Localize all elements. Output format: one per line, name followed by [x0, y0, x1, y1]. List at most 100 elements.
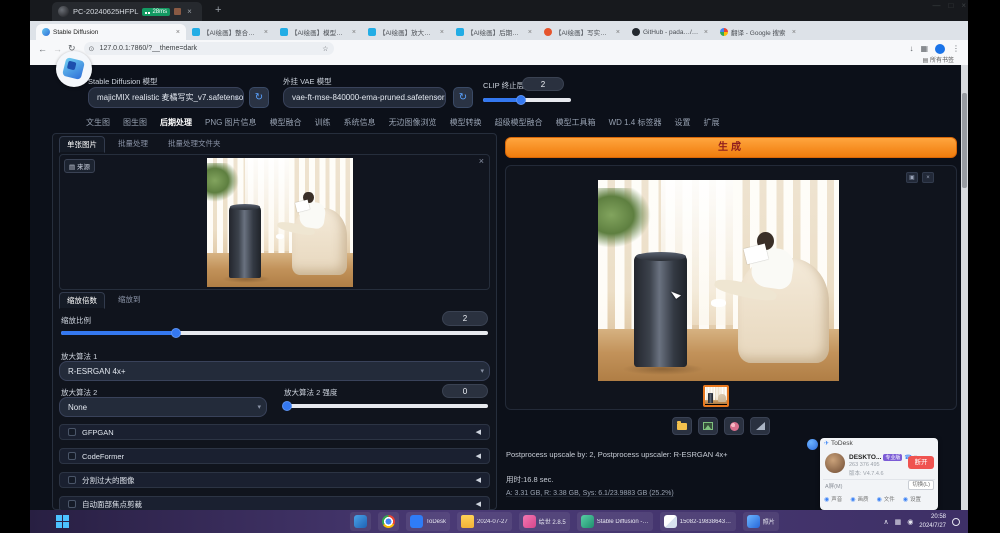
taskbar-item[interactable]: 绘世 2.8.5 — [519, 512, 570, 531]
sub-tab[interactable]: 批量处理 — [111, 136, 155, 153]
scale-ratio-slider[interactable] — [61, 331, 488, 335]
taskbar-item[interactable]: 2024-07-27 — [457, 512, 512, 531]
slider-knob[interactable] — [516, 95, 526, 105]
main-tab[interactable]: 训练 — [315, 117, 331, 128]
taskbar-item[interactable]: Stable Diffusion - Setup — [577, 512, 653, 531]
main-tab[interactable]: 无边图像浏览 — [389, 117, 437, 128]
taskbar-item[interactable] — [378, 512, 399, 531]
scale-ratio-value[interactable]: 2 — [442, 311, 488, 326]
taskbar-item[interactable]: ToDesk — [406, 512, 450, 531]
accordion-checkbox[interactable] — [68, 428, 76, 436]
site-info-icon[interactable]: ⊙ — [89, 45, 95, 53]
todesk-tool-button[interactable]: ◉画质 — [850, 495, 868, 503]
tab-close-icon[interactable]: × — [704, 29, 708, 36]
source-image-preview[interactable] — [207, 158, 353, 287]
main-tab[interactable]: 后期处理 — [160, 117, 192, 128]
upscaler2-strength-slider[interactable] — [284, 404, 488, 408]
gallery-close-button[interactable]: × — [922, 172, 934, 183]
profile-avatar[interactable] — [935, 44, 945, 54]
tray-volume-icon[interactable]: ◉ — [907, 518, 913, 526]
upscaler1-dropdown[interactable]: R-ESRGAN 4x+ — [59, 361, 490, 381]
open-folder-button[interactable] — [672, 417, 692, 435]
remote-new-tab-button[interactable]: + — [215, 4, 221, 16]
remote-session-tab[interactable]: PC-20240625HFPL 28ms × — [52, 2, 202, 21]
browser-tab[interactable]: 【AI绘画】写实模型_哔哩哔哩 × — [538, 24, 626, 40]
window-minimize-button[interactable]: — — [932, 1, 940, 10]
vae-dropdown[interactable]: vae-ft-mse-840000-ema-pruned.safetensors — [283, 87, 446, 108]
generate-button[interactable]: 生成 — [505, 137, 957, 158]
vae-refresh-button[interactable]: ↻ — [453, 87, 473, 108]
start-button[interactable] — [56, 515, 69, 528]
model-dropdown[interactable]: majicMIX realistic 麦橘写实_v7.safetensors [… — [88, 87, 244, 108]
extensions-icon[interactable]: ▦ — [920, 44, 928, 53]
browser-tab[interactable]: GitHub - pada…/SDWebUI × — [626, 24, 714, 40]
main-tab[interactable]: 文生图 — [86, 117, 110, 128]
clip-skip-value[interactable]: 2 — [522, 77, 564, 91]
send-to-img2img-button[interactable] — [724, 417, 744, 435]
main-tab[interactable]: 超级模型融合 — [495, 117, 543, 128]
accordion-row[interactable]: GFPGAN ◀ — [59, 424, 490, 440]
browser-tab[interactable]: Stable Diffusion × — [36, 24, 186, 40]
tab-close-icon[interactable]: × — [792, 29, 796, 36]
todesk-tool-button[interactable]: ◉设置 — [903, 495, 921, 503]
scrollbar-thumb[interactable] — [962, 93, 967, 188]
tab-close-icon[interactable]: × — [616, 29, 620, 36]
gallery-fullscreen-button[interactable]: ▣ — [906, 172, 918, 183]
tray-chevron-icon[interactable]: ∧ — [883, 518, 888, 526]
accordion-checkbox[interactable] — [68, 452, 76, 460]
tray-network-icon[interactable]: ▦ — [895, 518, 902, 526]
remote-tab-close-icon[interactable]: × — [187, 7, 192, 16]
switch-screen-button[interactable]: 切换(L) — [908, 480, 934, 490]
sub-tab[interactable]: 批量处理文件夹 — [161, 136, 228, 153]
main-tab[interactable]: 设置 — [674, 117, 690, 128]
tab-close-icon[interactable]: × — [528, 29, 532, 36]
scale-tab[interactable]: 缩放到 — [111, 292, 148, 309]
tab-close-icon[interactable]: × — [352, 29, 356, 36]
browser-tab[interactable]: 【AI绘画】放大算法对比_哔哩哔哩_bilibili × — [362, 24, 450, 40]
browser-tab[interactable]: 翻译 - Google 搜索 × — [714, 24, 802, 40]
accordion-row[interactable]: CodeFormer ◀ — [59, 448, 490, 464]
taskbar-item[interactable] — [350, 512, 371, 531]
scale-tab[interactable]: 缩放倍数 — [59, 292, 105, 309]
tab-close-icon[interactable]: × — [440, 29, 444, 36]
page-scrollbar[interactable] — [961, 65, 968, 510]
tab-close-icon[interactable]: × — [176, 29, 180, 36]
accordion-row[interactable]: 分割过大的图像 ◀ — [59, 472, 490, 488]
main-tab[interactable]: 图生图 — [123, 117, 147, 128]
main-tab[interactable]: WD 1.4 标签器 — [609, 117, 662, 128]
browser-tab[interactable]: 【AI绘画】整合包安装使用教程_哔哩哔哩 × — [186, 24, 274, 40]
taskbar-clock[interactable]: 20:58 2024/7/27 — [919, 513, 946, 529]
upscaler2-strength-value[interactable]: 0 — [442, 384, 488, 398]
address-bar[interactable]: ⊙ 127.0.0.1:7860/?__theme=dark ☆ — [84, 42, 334, 55]
todesk-tool-button[interactable]: ◉文件 — [877, 495, 895, 503]
accordion-checkbox[interactable] — [68, 476, 76, 484]
todesk-floating-ball[interactable] — [807, 439, 818, 450]
disconnect-button[interactable]: 断开 — [908, 456, 934, 469]
save-image-button[interactable] — [698, 417, 718, 435]
notification-bell-icon[interactable] — [952, 518, 960, 526]
tab-close-icon[interactable]: × — [264, 29, 268, 36]
clip-skip-slider[interactable] — [483, 98, 571, 102]
result-image-preview[interactable] — [598, 180, 839, 381]
all-bookmarks-label[interactable]: ▤ 所有书签 — [923, 58, 954, 64]
source-dropzone[interactable]: ▤ 来源 × — [59, 154, 490, 290]
send-to-extras-button[interactable] — [750, 417, 770, 435]
forward-button[interactable]: → — [53, 44, 62, 54]
upscaler2-dropdown[interactable]: None — [59, 397, 267, 417]
main-tab[interactable]: 系统信息 — [344, 117, 376, 128]
browser-tab[interactable]: 【AI绘画】后期处理教程_哔哩哔哩_bilibili × — [450, 24, 538, 40]
bookmark-star-icon[interactable]: ☆ — [322, 45, 328, 53]
main-tab[interactable]: PNG 图片信息 — [205, 117, 257, 128]
menu-icon[interactable]: ⋮ — [952, 44, 960, 53]
main-tab[interactable]: 模型转换 — [450, 117, 482, 128]
window-close-button[interactable]: × — [961, 1, 966, 10]
taskbar-item[interactable]: 15082-1983864364.png — [660, 512, 736, 531]
back-button[interactable]: ← — [38, 44, 47, 54]
result-thumbnail[interactable] — [703, 385, 729, 407]
window-maximize-button[interactable]: □ — [948, 1, 953, 10]
slider-knob[interactable] — [282, 401, 292, 411]
download-icon[interactable]: ↓ — [909, 44, 913, 53]
main-tab[interactable]: 模型工具箱 — [556, 117, 596, 128]
main-tab[interactable]: 模型融合 — [270, 117, 302, 128]
dropzone-close-icon[interactable]: × — [479, 156, 484, 166]
